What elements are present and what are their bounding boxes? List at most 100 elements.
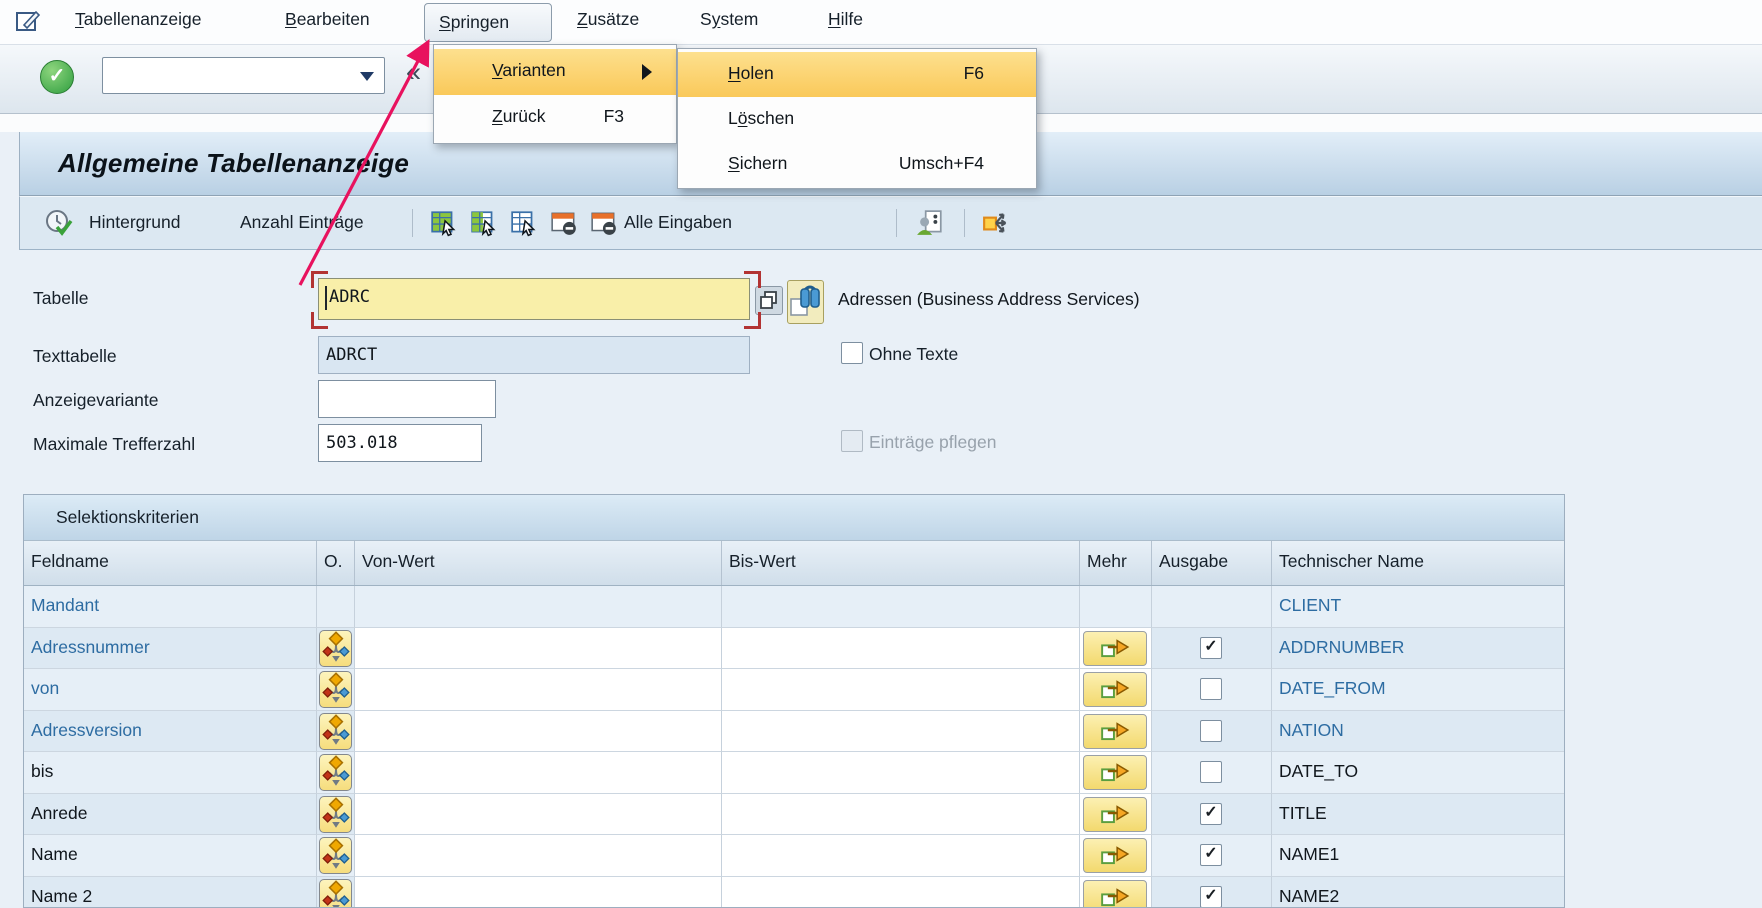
eintraege-pflegen-checkbox — [841, 430, 863, 452]
column-header-mehr[interactable]: Mehr — [1080, 541, 1152, 585]
menu-item-loeschen[interactable]: Löschen — [678, 97, 1036, 142]
hintergrund-button[interactable]: Hintergrund — [89, 212, 180, 233]
selection-options-button[interactable] — [319, 630, 352, 667]
menu-hilfe[interactable]: Hilfe — [828, 9, 863, 30]
tabelle-input[interactable]: ADRC — [318, 278, 750, 320]
output-checkbox[interactable]: ✓ — [1200, 803, 1222, 825]
application-toolbar: Hintergrund Anzahl Einträge — [19, 196, 1762, 250]
von-wert-cell[interactable] — [355, 877, 722, 908]
table-description: Adressen (Business Address Services) — [838, 289, 1140, 310]
von-wert-cell[interactable] — [355, 835, 722, 877]
multiple-selection-button[interactable] — [1083, 631, 1147, 666]
von-wert-cell[interactable] — [355, 794, 722, 836]
anzeigevariante-input[interactable] — [318, 380, 496, 418]
multiple-selection-button[interactable] — [1083, 672, 1147, 707]
column-header-technischer-name[interactable]: Technischer Name — [1272, 541, 1564, 585]
menu-system[interactable]: System — [700, 9, 758, 30]
submenu-arrow-icon — [642, 64, 652, 80]
menu-item-varianten[interactable]: Varianten — [434, 49, 676, 95]
deselect-block-icon[interactable] — [510, 209, 538, 237]
bis-wert-cell[interactable] — [722, 794, 1080, 836]
von-wert-cell[interactable] — [355, 669, 722, 711]
menu-tabellenanzeige[interactable]: Tabellenanzeige — [75, 9, 202, 30]
menu-bar: Tabellenanzeige Bearbeiten Springen Zusä… — [0, 0, 1762, 45]
output-checkbox[interactable]: ✓ — [1200, 637, 1222, 659]
toolbar-separator — [896, 209, 897, 237]
von-wert-cell[interactable] — [355, 711, 722, 753]
tabelle-label: Tabelle — [33, 288, 88, 309]
output-checkbox[interactable] — [1200, 678, 1222, 700]
alle-eingaben-button[interactable]: Alle Eingaben — [624, 212, 732, 233]
delete-selection-icon[interactable] — [550, 209, 578, 237]
bis-wert-cell[interactable] — [722, 586, 1080, 628]
ohne-texte-checkbox[interactable] — [841, 342, 863, 364]
von-wert-cell[interactable] — [355, 628, 722, 670]
maximale-trefferzahl-input[interactable]: 503.018 — [318, 424, 482, 462]
table-row: Adressnummer — [24, 628, 1564, 670]
screen-menu-icon[interactable] — [14, 8, 42, 41]
selektionskriterien-group: Selektionskriterien Feldname O. Von-Wert… — [23, 494, 1565, 908]
field-name-label: Anrede — [31, 803, 87, 824]
bis-wert-cell[interactable] — [722, 877, 1080, 908]
column-header-ausgabe[interactable]: Ausgabe — [1152, 541, 1272, 585]
technical-name-label: DATE_TO — [1279, 761, 1358, 782]
distribute-export-icon[interactable] — [982, 209, 1010, 237]
command-field[interactable] — [102, 57, 385, 94]
springen-dropdown-menu: Varianten Zurück F3 — [433, 44, 677, 144]
column-header-von-wert[interactable]: Von-Wert — [355, 541, 722, 585]
table-row: Mandant — [24, 586, 1564, 628]
command-dropdown-icon[interactable] — [360, 72, 374, 81]
selection-options-button[interactable] — [319, 796, 352, 833]
von-wert-cell[interactable] — [355, 586, 722, 628]
anzahl-eintraege-button[interactable]: Anzahl Einträge — [240, 212, 364, 233]
menu-springen[interactable]: Springen — [424, 3, 552, 42]
collapse-toolbar-icon[interactable]: « — [406, 57, 421, 88]
menu-item-zurueck[interactable]: Zurück F3 — [434, 95, 676, 141]
possible-entries-icon[interactable] — [755, 286, 783, 315]
search-help-button[interactable] — [787, 280, 824, 324]
von-wert-cell[interactable] — [355, 752, 722, 794]
multiple-selection-button[interactable] — [1083, 714, 1147, 749]
toolbar-separator — [412, 209, 413, 237]
selection-options-button[interactable] — [319, 879, 352, 908]
output-checkbox[interactable]: ✓ — [1200, 844, 1222, 866]
menu-zusaetze[interactable]: Zusätze — [577, 9, 639, 30]
field-name-label: Adressversion — [31, 720, 142, 741]
selection-options-button[interactable] — [319, 837, 352, 874]
selection-options-button[interactable] — [319, 713, 352, 750]
execute-icon[interactable] — [44, 209, 72, 237]
output-checkbox[interactable] — [1200, 720, 1222, 742]
technical-name-label: NATION — [1279, 720, 1344, 741]
varianten-submenu: Holen F6 Löschen Sichern Umsch+F4 — [677, 48, 1037, 189]
bis-wert-cell[interactable] — [722, 752, 1080, 794]
column-header-feldname[interactable]: Feldname — [24, 541, 317, 585]
select-all-icon[interactable] — [430, 209, 458, 237]
multiple-selection-button[interactable] — [1083, 838, 1147, 873]
bis-wert-cell[interactable] — [722, 835, 1080, 877]
enter-button[interactable]: ✓ — [40, 60, 74, 94]
user-parameters-icon[interactable] — [916, 209, 944, 237]
selection-options-button[interactable] — [319, 671, 352, 708]
menu-item-sichern[interactable]: Sichern Umsch+F4 — [678, 142, 1036, 187]
texttabelle-input[interactable]: ADRCT — [318, 336, 750, 374]
output-checkbox[interactable]: ✓ — [1200, 886, 1222, 908]
table-row: Anrede — [24, 794, 1564, 836]
multiple-selection-button[interactable] — [1083, 755, 1147, 790]
multiple-selection-button[interactable] — [1083, 797, 1147, 832]
multiple-selection-button[interactable] — [1083, 880, 1147, 908]
table-header-row: Feldname O. Von-Wert Bis-Wert Mehr Ausga… — [24, 541, 1564, 586]
group-title: Selektionskriterien — [56, 507, 199, 528]
menu-bearbeiten[interactable]: Bearbeiten — [285, 9, 370, 30]
bis-wert-cell[interactable] — [722, 669, 1080, 711]
output-checkbox[interactable] — [1200, 761, 1222, 783]
select-block-icon[interactable] — [470, 209, 498, 237]
column-header-bis-wert[interactable]: Bis-Wert — [722, 541, 1080, 585]
column-header-option[interactable]: O. — [317, 541, 355, 585]
delete-all-selections-icon[interactable] — [590, 209, 618, 237]
menu-item-holen[interactable]: Holen F6 — [678, 52, 1036, 97]
selection-options-button[interactable] — [319, 754, 352, 791]
table-row: von — [24, 669, 1564, 711]
bis-wert-cell[interactable] — [722, 628, 1080, 670]
technical-name-label: ADDRNUMBER — [1279, 637, 1404, 658]
bis-wert-cell[interactable] — [722, 711, 1080, 753]
